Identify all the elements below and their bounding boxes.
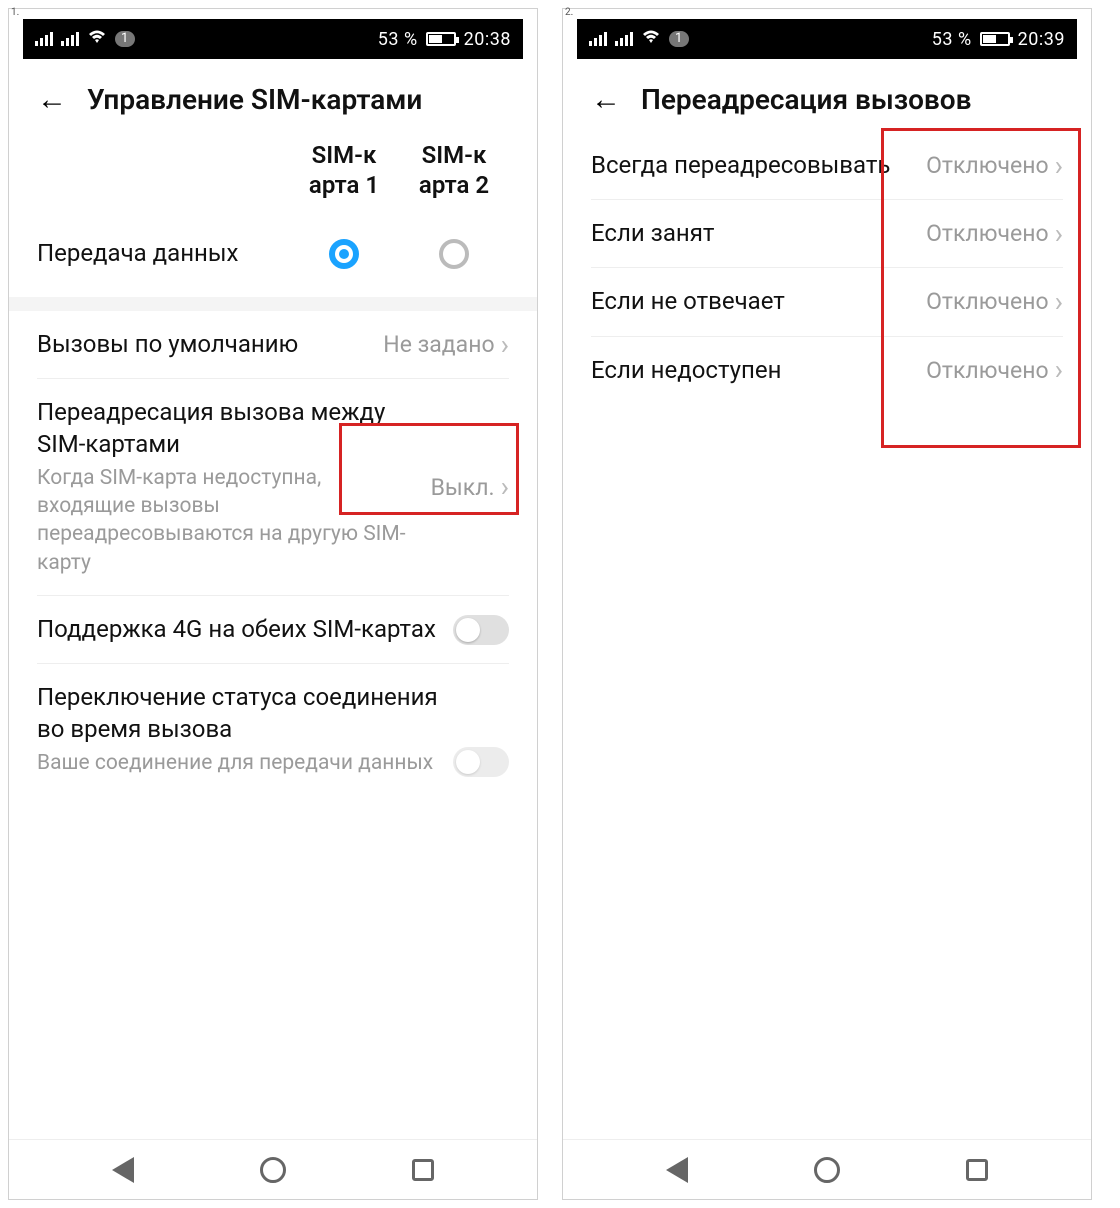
signal-icon [589, 32, 607, 46]
switch-status-toggle[interactable] [453, 747, 509, 777]
sim2-radio[interactable] [439, 239, 469, 269]
back-arrow-icon[interactable]: ← [37, 85, 67, 115]
chevron-right-icon: › [1055, 288, 1063, 316]
wifi-icon [641, 29, 661, 49]
switch-status-row[interactable]: Переключение статуса соединения во время… [37, 663, 509, 795]
chevron-right-icon: › [501, 331, 509, 359]
forward-always-row[interactable]: Всегда переадресовывать Отключено › [591, 132, 1063, 199]
forward-unreachable-label: Если недоступен [591, 355, 912, 386]
forward-unreachable-row[interactable]: Если недоступен Отключено › [591, 336, 1063, 404]
wifi-icon [87, 29, 107, 49]
sim1-radio[interactable] [329, 239, 359, 269]
forward-always-label: Всегда переадресовывать [591, 150, 912, 181]
sim-badge: 1 [115, 31, 135, 47]
signal-icon [615, 32, 633, 46]
call-forward-value: Выкл. [431, 474, 495, 501]
battery-percent: 53 % [378, 29, 418, 50]
call-forward-between-sims-row[interactable]: Переадресация вызова между SIM-картами К… [37, 378, 509, 595]
clock: 20:39 [1018, 29, 1065, 50]
default-calls-row[interactable]: Вызовы по умолчанию Не задано › [37, 311, 509, 378]
nav-home-icon[interactable] [814, 1157, 840, 1183]
support-4g-row[interactable]: Поддержка 4G на обеих SIM-картах [37, 595, 509, 663]
chevron-right-icon: › [1055, 152, 1063, 180]
forward-busy-label: Если занят [591, 218, 912, 249]
status-bar: 1 53 % 20:38 [23, 19, 523, 59]
nav-back-icon[interactable] [112, 1157, 134, 1183]
status-bar: 1 53 % 20:39 [577, 19, 1077, 59]
android-navbar [9, 1139, 537, 1199]
chevron-right-icon: › [1055, 220, 1063, 248]
android-navbar [563, 1139, 1091, 1199]
forward-busy-value: Отключено [926, 220, 1048, 247]
battery-icon [426, 32, 456, 46]
support-4g-toggle[interactable] [453, 615, 509, 645]
screenshot-index: 1. [11, 7, 19, 18]
sim1-col-label: SIM-к арта 1 [289, 132, 399, 208]
forward-unreachable-value: Отключено [926, 357, 1048, 384]
forward-always-value: Отключено [926, 152, 1048, 179]
chevron-right-icon: › [1055, 356, 1063, 384]
sim-badge: 1 [669, 31, 689, 47]
battery-icon [980, 32, 1010, 46]
nav-back-icon[interactable] [666, 1157, 688, 1183]
switch-status-sub: Ваше соединение для передачи данных [37, 749, 439, 777]
forward-noanswer-label: Если не отвечает [591, 286, 912, 317]
data-transfer-label: Передача данных [37, 238, 289, 269]
default-calls-label: Вызовы по умолчанию [37, 329, 369, 360]
support-4g-label: Поддержка 4G на обеих SIM-картах [37, 614, 439, 645]
forward-busy-row[interactable]: Если занят Отключено › [591, 199, 1063, 267]
nav-recent-icon[interactable] [966, 1159, 988, 1181]
forward-noanswer-row[interactable]: Если не отвечает Отключено › [591, 267, 1063, 335]
clock: 20:38 [464, 29, 511, 50]
nav-home-icon[interactable] [260, 1157, 286, 1183]
sim2-col-label: SIM-к арта 2 [399, 132, 509, 208]
battery-percent: 53 % [932, 29, 972, 50]
call-forward-sub: Когда SIM-карта недоступна, входящие выз… [37, 464, 417, 577]
page-title: Переадресация вызовов [641, 83, 972, 116]
sim-columns-header: SIM-к арта 1 SIM-к арта 2 [37, 132, 509, 208]
call-forward-label: Переадресация вызова между SIM-картами [37, 397, 417, 459]
back-arrow-icon[interactable]: ← [591, 85, 621, 115]
switch-status-label: Переключение статуса соединения во время… [37, 682, 439, 744]
forward-noanswer-value: Отключено [926, 288, 1048, 315]
chevron-right-icon: › [501, 473, 509, 501]
page-title: Управление SIM-картами [87, 83, 422, 116]
screenshot-index: 2. [565, 7, 573, 18]
section-divider [9, 297, 537, 311]
nav-recent-icon[interactable] [412, 1159, 434, 1181]
signal-icon [61, 32, 79, 46]
default-calls-value: Не задано [383, 331, 494, 358]
signal-icon [35, 32, 53, 46]
